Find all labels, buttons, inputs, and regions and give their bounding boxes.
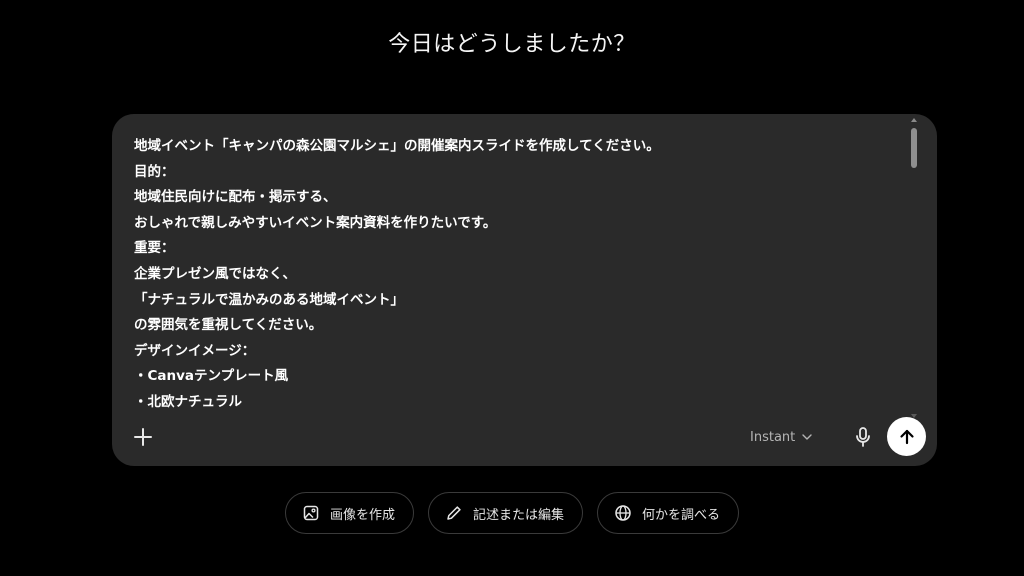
scrollbar-thumb[interactable] bbox=[911, 128, 917, 168]
model-selector[interactable]: Instant bbox=[750, 427, 813, 447]
model-label: Instant bbox=[750, 429, 796, 445]
arrow-up-icon bbox=[899, 429, 914, 444]
prompt-line: 地域住民向けに配布・掲示する、 bbox=[134, 189, 337, 206]
create-image-label: 画像を作成 bbox=[329, 507, 395, 523]
prompt-line: おしゃれで親しみやすいイベント案内資料を作りたいです。 bbox=[134, 214, 497, 231]
prompt-scrollbar[interactable] bbox=[909, 118, 919, 418]
prompt-line: デザインイメージ： bbox=[134, 342, 256, 359]
attach-button[interactable] bbox=[130, 424, 156, 450]
prompt-line: ・北欧ナチュラル bbox=[134, 393, 242, 410]
write-or-edit-label: 記述または編集 bbox=[472, 507, 564, 523]
send-button[interactable] bbox=[887, 417, 926, 456]
prompt-line: 目的： bbox=[134, 163, 175, 180]
research-button[interactable]: 何かを調べる bbox=[597, 492, 740, 534]
page-heading: 今日はどうしましたか？ bbox=[388, 32, 636, 57]
research-label: 何かを調べる bbox=[642, 507, 721, 523]
image-icon bbox=[303, 505, 319, 521]
microphone-icon bbox=[856, 427, 870, 447]
prompt-line: の雰囲気を重視してください。 bbox=[134, 317, 323, 334]
prompt-line: 企業プレゼン風ではなく、 bbox=[134, 265, 296, 282]
globe-icon bbox=[615, 505, 631, 521]
voice-input-button[interactable] bbox=[851, 425, 875, 449]
prompt-line: 地域イベント「キャンパの森公園マルシェ」の開催案内スライドを作成してください。 bbox=[134, 138, 660, 154]
prompt-line: 「ナチュラルで温かみのある地域イベント」 bbox=[134, 291, 404, 308]
message-composer[interactable]: 地域イベント「キャンパの森公園マルシェ」の開催案内スライドを作成してください。 … bbox=[112, 114, 937, 466]
prompt-textarea[interactable]: 地域イベント「キャンパの森公園マルシェ」の開催案内スライドを作成してください。 … bbox=[134, 134, 894, 416]
prompt-line: 重要： bbox=[134, 240, 175, 257]
scroll-up-arrow-icon[interactable] bbox=[911, 118, 917, 122]
write-or-edit-button[interactable]: 記述または編集 bbox=[427, 492, 583, 534]
prompt-line: ・Canvaテンプレート風 bbox=[134, 368, 289, 385]
suggestion-actions: 画像を作成 記述または編集 何かを調べる bbox=[0, 492, 1024, 534]
create-image-button[interactable]: 画像を作成 bbox=[284, 492, 414, 534]
chat-home: 今日はどうしましたか？ 地域イベント「キャンパの森公園マルシェ」の開催案内スライ… bbox=[0, 0, 1024, 576]
plus-icon bbox=[134, 428, 152, 446]
chevron-down-icon bbox=[802, 434, 812, 440]
pencil-icon bbox=[447, 506, 461, 520]
